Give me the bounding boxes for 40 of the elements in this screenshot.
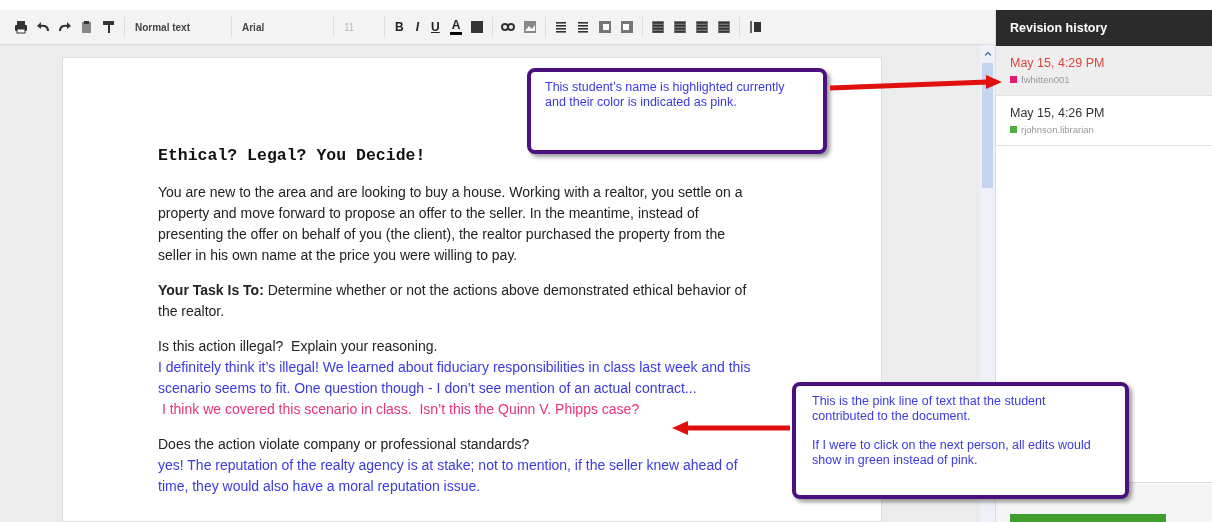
numbered-list-icon[interactable]: [554, 20, 569, 34]
justify-icon[interactable]: [717, 20, 732, 34]
align-center-icon[interactable]: [673, 20, 688, 34]
line-spacing-icon[interactable]: [748, 20, 763, 34]
panel-title: Revision history: [996, 10, 1212, 46]
paint-format-icon[interactable]: [102, 20, 116, 34]
document-title: Ethical? Legal? You Decide!: [158, 146, 427, 166]
underline-button[interactable]: U: [429, 18, 442, 36]
redo-icon[interactable]: [58, 20, 72, 34]
italic-button[interactable]: I: [413, 18, 421, 36]
paragraph: yes! The reputation of the realty agency is at stake; not to mention, if the seller knew ahead of time, they would also have a moral reputation issue.: [158, 455, 739, 496]
revision-time: May 15, 4:26 PM: [1010, 105, 1106, 122]
undo-icon[interactable]: [36, 20, 50, 34]
highlight-icon[interactable]: [470, 20, 485, 34]
revision-item[interactable]: May 15, 4:29 PM fwhitten001: [996, 46, 1212, 96]
paragraph: Your Task Is To: Determine whether or not the actions above demonstrated ethical behavior of the realtor.: [158, 280, 748, 321]
image-icon[interactable]: [523, 20, 538, 34]
paragraph: I think we covered this scenario in class. Isn’t this the Quinn V. Phipps case?: [160, 399, 640, 419]
paragraph: Does the action violate company or professional standards?: [158, 434, 530, 454]
paragraph: I definitely think it’s illegal! We learned about fiduciary responsibilities in class last week and this scenario seems to fit. One question though - I don’t see mention of an actual contract...: [158, 357, 752, 398]
paragraph: Is this action illegal? Explain your reasoning.: [158, 336, 438, 356]
align-left-icon[interactable]: [651, 20, 666, 34]
bulleted-list-icon[interactable]: [576, 20, 591, 34]
print-icon[interactable]: [14, 20, 28, 34]
link-icon[interactable]: [501, 20, 516, 34]
revision-user: rjohnson.librarian: [1021, 122, 1094, 137]
revision-user: fwhitten001: [1021, 72, 1070, 87]
clipboard-icon[interactable]: [80, 20, 94, 34]
bold-button[interactable]: B: [393, 18, 406, 36]
font-dropdown[interactable]: Arial: [240, 19, 325, 35]
scrollbar-thumb[interactable]: [982, 63, 993, 188]
style-dropdown[interactable]: Normal text: [133, 19, 223, 35]
callout-text: If I were to click on the next person, all edits would show in green instead of pink.: [812, 438, 1091, 468]
revision-item[interactable]: May 15, 4:26 PM rjohnson.librarian: [996, 96, 1212, 146]
callout-text: This student’s name is highlighted currently and their color is indicated as pink.: [545, 80, 786, 110]
paragraph: You are new to the area and are looking to buy a house. Working with a realtor, you settle on a property and move forward to propose an offer to the seller. In the meantime, instead of presenting the offer on behalf of you (the client), the realtor purchased the property from the seller in his own name at the price you were willing to pay.: [158, 182, 744, 265]
align-right-icon[interactable]: [695, 20, 710, 34]
revision-time: May 15, 4:29 PM: [1010, 55, 1106, 72]
callout-text: This is the pink line of text that the student contributed to the document.: [812, 394, 1047, 424]
text-color-button[interactable]: A: [449, 19, 463, 35]
